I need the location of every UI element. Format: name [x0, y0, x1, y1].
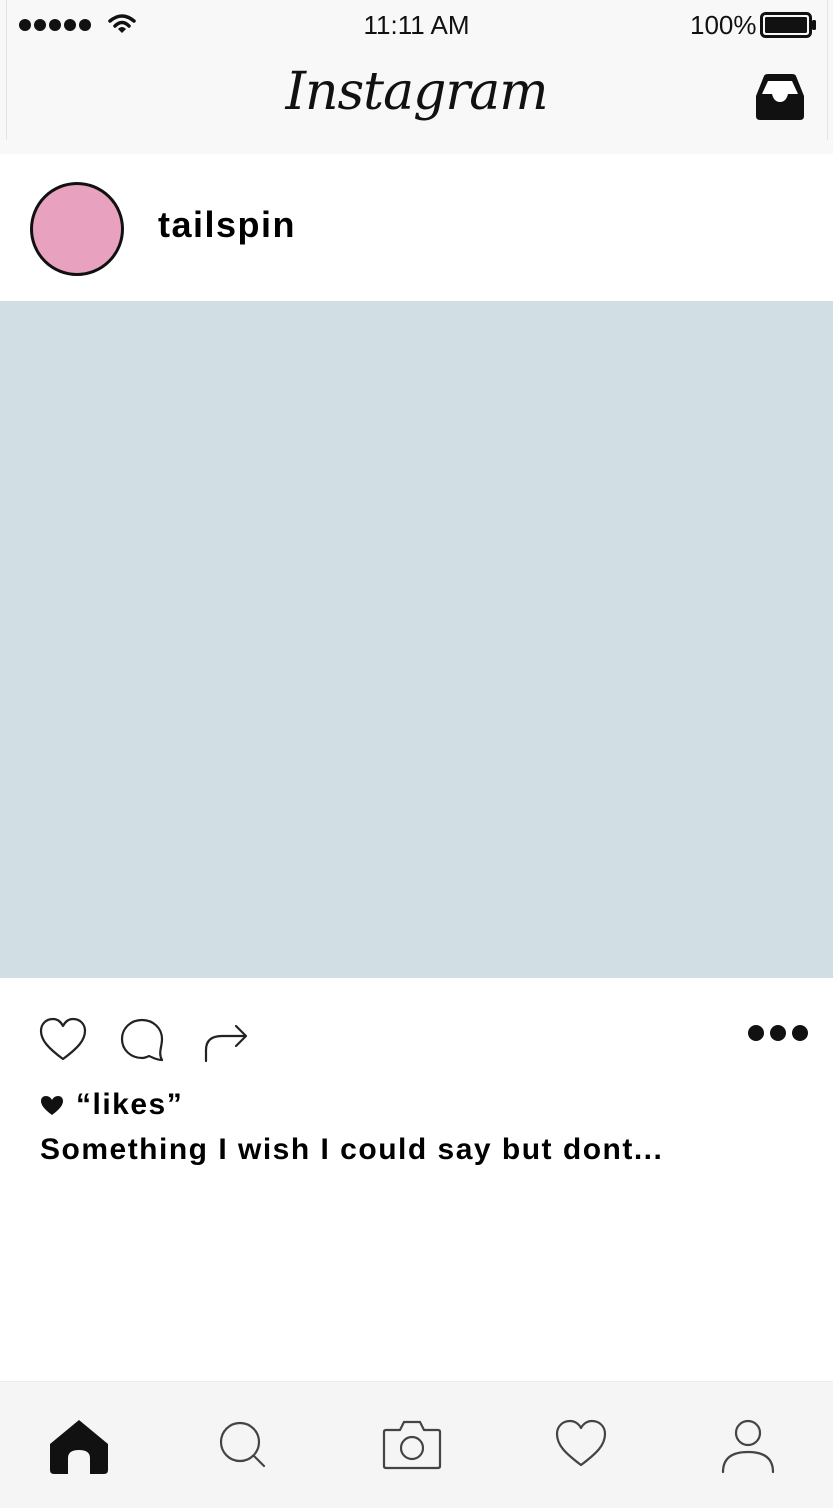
post-image[interactable]	[0, 301, 833, 978]
battery-icon	[760, 12, 816, 38]
instagram-logo: Instagram	[285, 62, 548, 122]
home-icon[interactable]	[48, 1418, 110, 1476]
more-dots-icon[interactable]	[746, 1022, 810, 1044]
comment-bubble-icon[interactable]	[118, 1016, 166, 1064]
heart-filled-icon	[41, 1096, 63, 1115]
avatar[interactable]	[30, 182, 124, 276]
top-bar: 11:11 AM 100% Instagram	[0, 0, 833, 154]
profile-icon[interactable]	[720, 1416, 776, 1474]
battery-percent: 100%	[690, 10, 757, 40]
camera-icon[interactable]	[382, 1418, 442, 1470]
post-caption: Something I wish I could say but dont...	[40, 1133, 664, 1166]
bottom-tab-bar	[0, 1381, 833, 1508]
post-username[interactable]: tailspin	[158, 204, 296, 246]
heart-outline-icon[interactable]	[38, 1016, 88, 1062]
search-icon[interactable]	[216, 1418, 268, 1470]
share-arrow-icon[interactable]	[200, 1014, 250, 1064]
post-header: tailspin	[0, 154, 833, 300]
heart-icon[interactable]	[554, 1418, 608, 1468]
inbox-tray-icon[interactable]	[752, 72, 808, 122]
likes-count[interactable]: “likes”	[76, 1088, 183, 1122]
